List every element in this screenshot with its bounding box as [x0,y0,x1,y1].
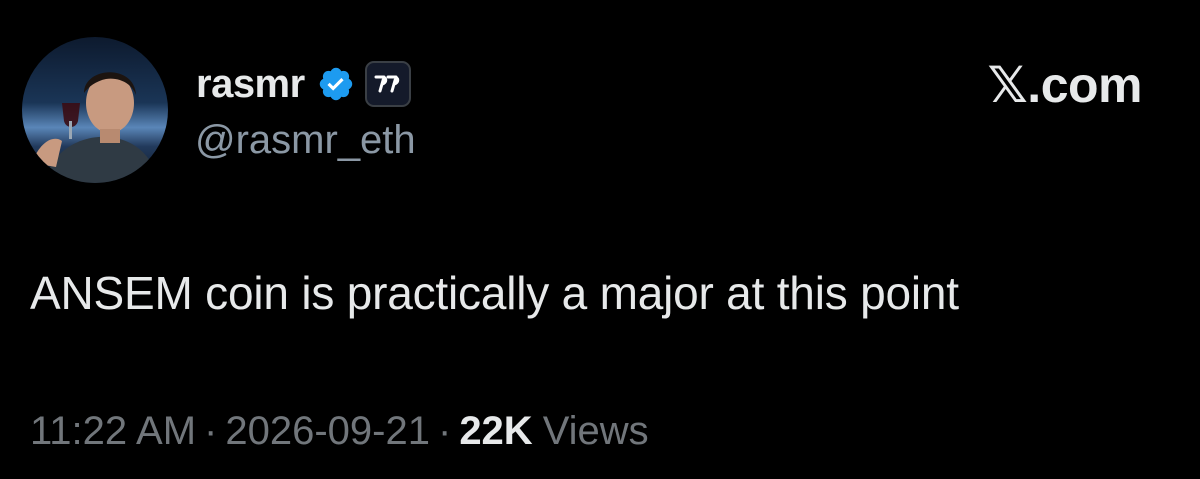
meta-separator: · [204,409,218,453]
x-brand-logo[interactable]: 𝕏.com [988,56,1143,114]
meta-separator: · [437,409,452,453]
avatar[interactable] [22,37,168,183]
affiliate-badge-icon[interactable] [364,61,411,107]
author-name-row: rasmr [196,58,411,110]
tweet-text: ANSEM coin is practically a major at thi… [30,267,959,319]
tweet-date[interactable]: 2026-09-21 [225,409,430,454]
display-name[interactable]: rasmr [196,62,305,107]
profile-photo-icon [22,37,168,183]
views-count: 22K [459,409,533,453]
tweet-time[interactable]: 11:22 AM [30,409,196,454]
author-handle[interactable]: @rasmr_eth [195,118,416,163]
tweet-meta: 11:22 AM · 2026-09-21 · 22K Views [30,409,649,454]
views-label: Views [542,409,649,453]
verified-badge-icon[interactable] [317,65,355,103]
tweet-card: rasmr @rasmr_eth 𝕏.com ANSEM coin is pra… [0,0,1200,479]
